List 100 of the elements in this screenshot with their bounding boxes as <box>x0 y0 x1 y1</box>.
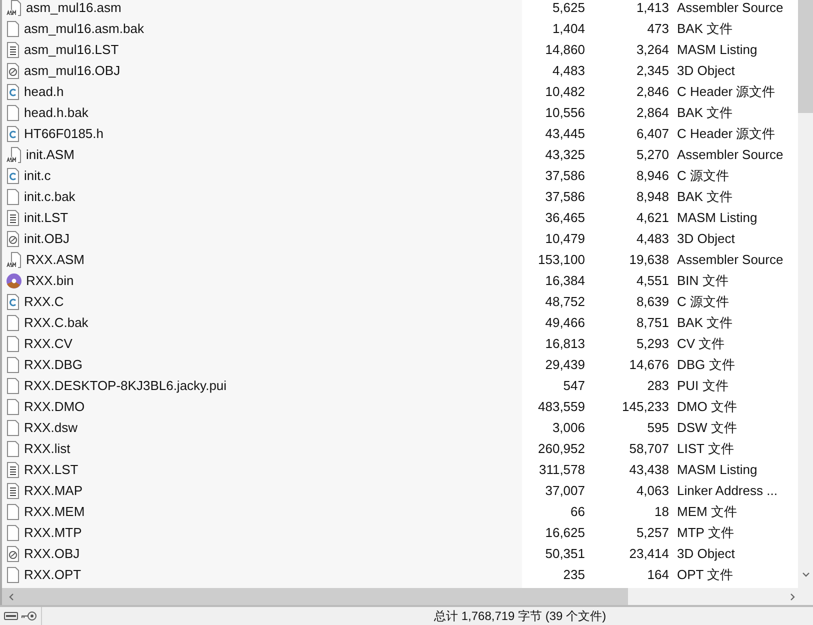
file-name[interactable]: asm_mul16.asm.bak <box>24 20 144 36</box>
file-type: DSW 文件 <box>677 420 737 436</box>
file-type: BAK 文件 <box>677 104 733 120</box>
object-file-icon <box>6 546 20 562</box>
key-icon <box>21 611 37 621</box>
file-type: MTP 文件 <box>677 524 734 540</box>
file-name[interactable]: RXX.MAP <box>24 482 83 498</box>
packed-size: 4,621 <box>635 210 669 226</box>
object-file-icon <box>6 62 20 78</box>
drive-icon <box>4 612 18 620</box>
file-type: OPT 文件 <box>677 566 734 582</box>
file-icon <box>6 356 20 372</box>
packed-size: 8,639 <box>635 294 669 310</box>
status-total: 总计 1,768,719 字节 (39 个文件) <box>434 608 606 625</box>
packed-size: 4,551 <box>635 272 669 288</box>
file-name[interactable]: RXX.LST <box>24 462 78 478</box>
file-type: LIST 文件 <box>677 440 734 456</box>
c-file-icon <box>6 84 20 100</box>
file-size: 1,404 <box>551 20 585 36</box>
packed-size: 145,233 <box>621 398 669 414</box>
file-size: 547 <box>562 378 585 394</box>
file-type: C Header 源文件 <box>677 84 776 100</box>
file-type: DBG 文件 <box>677 356 735 372</box>
file-size: 36,465 <box>544 210 585 226</box>
file-type: 3D Object <box>677 546 735 562</box>
file-type: DMO 文件 <box>677 398 737 414</box>
file-size: 37,007 <box>544 482 585 498</box>
file-name[interactable]: RXX.MTP <box>24 524 82 540</box>
file-name[interactable]: init.LST <box>24 210 68 226</box>
file-size: 43,445 <box>544 126 585 142</box>
c-file-icon <box>6 168 20 184</box>
packed-size: 3,264 <box>635 42 669 58</box>
packed-size: 473 <box>646 20 669 36</box>
file-name[interactable]: init.c.bak <box>24 188 76 204</box>
file-name[interactable]: HT66F0185.h <box>24 126 104 142</box>
file-icon <box>6 440 20 456</box>
file-icon <box>6 20 20 36</box>
file-name[interactable]: RXX.DBG <box>24 356 83 372</box>
file-name[interactable]: RXX.OBJ <box>24 546 80 562</box>
file-size: 66 <box>570 504 585 520</box>
file-type: Assembler Source <box>677 252 784 268</box>
packed-size: 8,948 <box>635 188 669 204</box>
packed-size: 23,414 <box>628 546 669 562</box>
packed-size: 19,638 <box>628 252 669 268</box>
file-size: 16,625 <box>544 524 585 540</box>
packed-size: 164 <box>646 566 669 582</box>
file-name[interactable]: head.h.bak <box>24 104 88 120</box>
file-name[interactable]: RXX.C <box>24 294 64 310</box>
file-name[interactable]: init.c <box>24 168 51 184</box>
file-name[interactable]: init.ASM <box>26 146 74 162</box>
c-file-icon <box>6 126 20 142</box>
file-size: 5,625 <box>551 0 585 16</box>
file-name[interactable]: init.OBJ <box>24 230 70 246</box>
file-size: 43,325 <box>544 146 585 162</box>
file-name[interactable]: RXX.C.bak <box>24 314 88 330</box>
file-type: BIN 文件 <box>677 272 728 288</box>
file-name[interactable]: RXX.MEM <box>24 504 85 520</box>
text-file-icon <box>6 42 20 58</box>
file-icon <box>6 104 20 120</box>
file-type: Assembler Source <box>677 146 784 162</box>
file-size: 49,466 <box>544 314 585 330</box>
scrollbar-thumb[interactable] <box>2 588 628 605</box>
file-type: MEM 文件 <box>677 504 737 520</box>
file-name[interactable]: RXX.bin <box>26 272 74 288</box>
file-type: BAK 文件 <box>677 20 733 36</box>
text-file-icon <box>6 210 20 226</box>
file-name[interactable]: RXX.ASM <box>26 252 85 268</box>
file-name[interactable]: RXX.DESKTOP-8KJ3BL6.jacky.pui <box>24 378 227 394</box>
file-name[interactable]: asm_mul16.LST <box>24 42 119 58</box>
file-name[interactable]: RXX.dsw <box>24 420 78 436</box>
file-name[interactable]: RXX.CV <box>24 336 72 352</box>
file-size: 483,559 <box>537 398 585 414</box>
file-name[interactable]: asm_mul16.OBJ <box>24 62 120 78</box>
file-type: Linker Address ... <box>677 482 778 498</box>
scrollbar-thumb[interactable] <box>798 0 813 113</box>
file-icon <box>6 504 20 520</box>
file-name[interactable]: head.h <box>24 84 64 100</box>
file-type: MASM Listing <box>677 42 758 58</box>
file-type: PUI 文件 <box>677 378 728 394</box>
packed-size: 4,483 <box>635 230 669 246</box>
asm-file-icon <box>6 252 22 268</box>
file-type: C 源文件 <box>677 294 729 310</box>
file-name[interactable]: RXX.OPT <box>24 566 82 582</box>
file-name[interactable]: RXX.DMO <box>24 398 85 414</box>
file-icon <box>6 378 20 394</box>
file-size: 50,351 <box>544 546 585 562</box>
file-type: C Header 源文件 <box>677 126 776 142</box>
packed-size: 8,751 <box>635 314 669 330</box>
file-name[interactable]: asm_mul16.asm <box>26 0 122 16</box>
text-file-icon <box>6 482 20 498</box>
file-type: MASM Listing <box>677 462 758 478</box>
packed-size: 5,293 <box>635 336 669 352</box>
file-size: 37,586 <box>544 168 585 184</box>
packed-size: 2,846 <box>635 84 669 100</box>
packed-size: 4,063 <box>635 482 669 498</box>
packed-size: 8,946 <box>635 168 669 184</box>
file-size: 3,006 <box>551 420 585 436</box>
file-name[interactable]: RXX.list <box>24 440 70 456</box>
packed-size: 14,676 <box>628 356 669 372</box>
packed-size: 6,407 <box>635 126 669 142</box>
